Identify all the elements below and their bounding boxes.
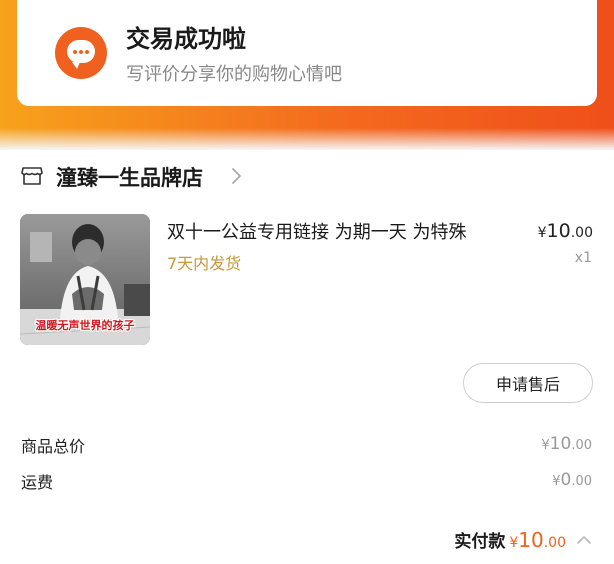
- shipping-note: 7天内发货: [167, 254, 242, 273]
- chevron-up-icon[interactable]: [576, 535, 592, 545]
- amount-paid-main: 10: [518, 528, 544, 552]
- goods-total-label: 商品总价: [21, 437, 86, 456]
- order-status-card: 交易成功啦 写评价分享你的购物心情吧: [17, 0, 597, 106]
- shop-name[interactable]: 潼臻一生品牌店: [56, 162, 203, 192]
- chevron-right-icon[interactable]: [229, 167, 243, 185]
- shipping-fee-label: 运费: [21, 473, 54, 492]
- product-title[interactable]: 双十一公益专用链接 为期一天 为特殊: [167, 218, 466, 244]
- amount-paid[interactable]: 实付款 ¥10.00: [454, 527, 592, 552]
- amount-paid-currency: ¥: [509, 535, 519, 551]
- price-currency: ¥: [537, 225, 547, 241]
- product-image[interactable]: 温暖无声世界的孩子: [20, 214, 150, 345]
- goods-total-currency: ¥: [541, 438, 550, 453]
- shop-header[interactable]: 潼臻一生品牌店: [0, 150, 614, 202]
- review-prompt[interactable]: 写评价分享你的购物心情吧: [126, 60, 342, 86]
- amount-paid-label: 实付款: [454, 532, 506, 552]
- goods-total-value: ¥10.00: [541, 434, 592, 454]
- product-price: ¥10.00: [538, 220, 593, 242]
- product-image-caption: 温暖无声世界的孩子: [36, 318, 135, 332]
- product-quantity: x1: [574, 250, 592, 266]
- goods-total-main: 10: [549, 434, 572, 454]
- price-main: 10: [546, 220, 571, 242]
- apply-after-sale-button[interactable]: 申请售后: [463, 363, 593, 403]
- store-icon: [21, 167, 43, 185]
- shipping-fee-value: ¥0.00: [552, 470, 592, 490]
- goods-total-cents: .00: [571, 438, 592, 453]
- status-title: 交易成功啦: [126, 25, 246, 53]
- chat-bubble-icon: [55, 27, 107, 79]
- banner-fade: [0, 128, 614, 150]
- shipping-fee-main: 0: [560, 470, 572, 490]
- amount-paid-value: ¥10.00: [509, 528, 566, 552]
- amount-paid-cents: .00: [543, 535, 566, 551]
- price-cents: .00: [570, 225, 593, 241]
- shipping-fee-cents: .00: [571, 474, 592, 489]
